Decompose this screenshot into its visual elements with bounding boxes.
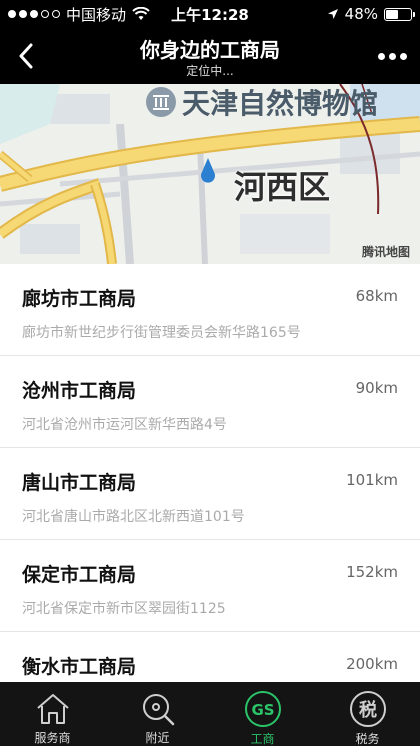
museum-icon — [146, 87, 176, 117]
office-name: 廊坊市工商局 — [22, 288, 137, 310]
signal-strength-icon — [8, 10, 60, 18]
tab-business[interactable]: GS 工商 — [210, 682, 315, 746]
list-item[interactable]: 廊坊市工商局 68km 廊坊市新世纪步行街管理委员会新华路165号 — [0, 264, 420, 356]
list-item[interactable]: 沧州市工商局 90km 河北省沧州市运河区新华西路4号 — [0, 356, 420, 448]
chevron-left-icon — [19, 43, 33, 69]
search-icon — [139, 690, 177, 727]
wifi-icon — [132, 7, 150, 20]
more-dot-icon — [377, 52, 385, 60]
back-button[interactable] — [8, 36, 44, 76]
office-distance: 101km — [346, 471, 398, 489]
office-distance: 68km — [355, 287, 398, 305]
tab-label: 附近 — [145, 731, 170, 745]
map-credit: 腾讯地图 — [361, 245, 410, 259]
battery-percent: 48% — [344, 5, 378, 23]
tab-label: 工商 — [250, 732, 275, 746]
map-poi[interactable]: 天津自然博物馆 — [146, 84, 378, 120]
poi-label: 天津自然博物馆 — [182, 87, 379, 120]
navigation-bar: 你身边的工商局 定位中... — [0, 28, 420, 84]
district-label: 河西区 — [234, 168, 331, 206]
office-address: 河北省保定市新市区翠园街1125 — [22, 601, 226, 617]
list-item[interactable]: 保定市工商局 152km 河北省保定市新市区翠园街1125 — [0, 540, 420, 632]
tab-service-providers[interactable]: 服务商 — [0, 682, 105, 746]
more-options-button[interactable] — [372, 42, 412, 70]
more-dot-icon — [388, 52, 396, 60]
location-status: 定位中... — [186, 64, 234, 78]
house-icon — [34, 690, 72, 727]
office-list: 廊坊市工商局 68km 廊坊市新世纪步行街管理委员会新华路165号沧州市工商局 90k… — [0, 264, 420, 682]
svg-text:GS: GS — [251, 701, 274, 719]
office-address: 廊坊市新世纪步行街管理委员会新华路165号 — [22, 325, 301, 341]
tab-label: 税务 — [355, 732, 380, 746]
location-arrow-icon — [327, 9, 338, 19]
tab-bar: 服务商 附近 GS 工商 税 税务 — [0, 682, 420, 746]
more-dot-icon — [399, 52, 407, 60]
list-item[interactable]: 衡水市工商局 200km — [0, 632, 420, 682]
map-view[interactable]: 天津自然博物馆 河西区 腾讯地图 — [0, 84, 420, 264]
tab-label: 服务商 — [34, 731, 71, 745]
office-distance: 200km — [346, 655, 398, 673]
tab-tax[interactable]: 税 税务 — [315, 682, 420, 746]
status-bar: 中国移动 上午12:28 48% — [0, 0, 420, 28]
page-title: 你身边的工商局 — [140, 38, 280, 62]
office-distance: 152km — [346, 563, 398, 581]
carrier-name: 中国移动 — [66, 5, 127, 24]
office-name: 保定市工商局 — [22, 564, 137, 586]
office-name: 衡水市工商局 — [22, 656, 137, 678]
svg-text:税: 税 — [359, 699, 377, 721]
tab-nearby[interactable]: 附近 — [105, 682, 210, 746]
office-name: 沧州市工商局 — [22, 380, 137, 402]
list-item[interactable]: 唐山市工商局 101km 河北省唐山市路北区北新西道101号 — [0, 448, 420, 540]
office-distance: 90km — [355, 379, 398, 397]
battery-level-fill — [386, 9, 398, 19]
office-address: 河北省唐山市路北区北新西道101号 — [22, 509, 245, 525]
tax-icon: 税 — [349, 690, 387, 728]
location-pin-icon — [201, 158, 215, 183]
office-address: 河北省沧州市运河区新华西路4号 — [22, 417, 227, 433]
business-seal-icon: GS — [244, 690, 282, 728]
battery-icon — [384, 7, 415, 21]
office-name: 唐山市工商局 — [22, 472, 137, 494]
